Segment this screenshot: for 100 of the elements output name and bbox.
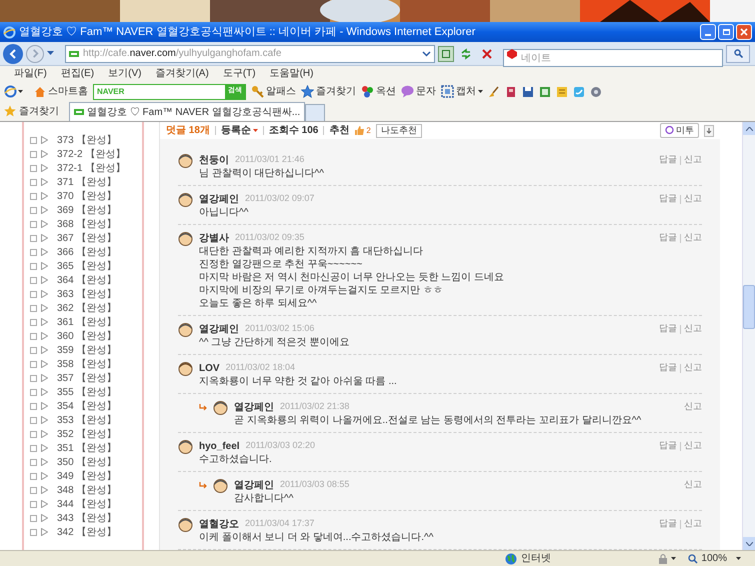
sidebar-link[interactable]: 354 【완성】 <box>57 398 116 414</box>
hexagon-icon <box>507 48 517 58</box>
key-icon <box>251 85 264 98</box>
sidebar-link[interactable]: 348 【완성】 <box>57 482 116 498</box>
sidebar-link[interactable]: 360 【완성】 <box>57 328 116 344</box>
comment-date: 2011/03/01 21:46 <box>235 153 304 166</box>
circle-icon[interactable] <box>590 86 602 98</box>
scroll-thumb[interactable] <box>743 285 755 329</box>
download-icon[interactable] <box>704 124 714 136</box>
comment-text: 이케 폴이해서 보니 더 와 닿네여...수고하셨습니다.^^ <box>198 531 434 544</box>
sidebar-link[interactable]: 342 【완성】 <box>57 524 116 540</box>
stop-icon <box>482 48 492 58</box>
sidebar-link[interactable]: 367 【완성】 <box>57 230 116 246</box>
toolbar-button[interactable]: 캡처 <box>441 84 483 99</box>
avatar-icon <box>178 438 193 454</box>
sidebar-link[interactable]: 362 【완성】 <box>57 300 116 316</box>
comment-count: 덧글 18개 <box>166 124 210 138</box>
toolbar-button[interactable]: 알패스 <box>251 84 296 99</box>
capture-icon <box>441 85 454 98</box>
menu-item[interactable]: 편집(E) <box>60 69 94 79</box>
sidebar-link[interactable]: 352 【완성】 <box>57 426 116 442</box>
sidebar-link[interactable]: 372-2 【완성】 <box>57 146 126 162</box>
comment-text: 곧 지옥화룡의 위력이 나올꺼에요..전설로 남는 동령에서의 전투라는 꼬리표가 달리니깐요^^ <box>233 414 642 427</box>
comment-author: 열혈강오 <box>199 518 239 532</box>
sidebar-link[interactable]: 343 【완성】 <box>57 510 116 526</box>
avatar-icon <box>178 516 193 532</box>
sidebar-link[interactable]: 355 【완성】 <box>57 384 116 400</box>
comment-date: 2011/03/02 09:07 <box>245 192 314 206</box>
sidebar-link[interactable]: 368 【완성】 <box>57 216 116 232</box>
sidebar-link[interactable]: 353 【완성】 <box>57 412 116 428</box>
sidebar-link[interactable]: 357 【완성】 <box>57 370 116 386</box>
home-button[interactable]: 스마트홈 <box>34 84 88 99</box>
caret-icon <box>736 557 741 560</box>
search-button[interactable] <box>726 44 750 62</box>
dropdown-arrow-icon[interactable] <box>47 51 54 56</box>
comment-date: 2011/03/02 15:06 <box>245 322 314 336</box>
close-icon <box>740 28 748 36</box>
sidebar-link[interactable]: 344 【완성】 <box>57 496 116 512</box>
sidebar-link[interactable]: 358 【완성】 <box>57 356 116 372</box>
page-icon[interactable] <box>539 86 551 98</box>
toolbar-button[interactable]: 문자 <box>401 84 436 99</box>
url-text: http://cafe.naver.com/yulhyulganghofam.cafe <box>83 47 282 61</box>
menu-item[interactable]: 파일(F) <box>14 69 47 79</box>
save-icon[interactable] <box>522 86 534 98</box>
comment-text: 수고하셨습니다. <box>198 453 273 466</box>
sidebar-link[interactable]: 359 【완성】 <box>57 342 116 358</box>
restore-button[interactable] <box>718 24 734 40</box>
bird-icon[interactable] <box>573 86 585 98</box>
page-icon <box>74 109 84 115</box>
caret-icon <box>252 129 258 132</box>
close-button[interactable] <box>736 24 752 40</box>
browser-tab[interactable]: 열혈강호 ♡ Fam™ NAVER 열혈강호공식팬싸... <box>69 102 306 121</box>
sidebar-link[interactable]: 372-1 【완성】 <box>57 160 126 176</box>
menu-item[interactable]: 도움말(H) <box>270 69 314 79</box>
caret-icon <box>478 90 483 93</box>
avatar-icon <box>213 478 228 492</box>
zoom-button[interactable]: 100% <box>688 551 741 566</box>
sidebar-link[interactable]: 370 【완성】 <box>57 188 116 204</box>
sidebar-link[interactable]: 373 【완성】 <box>57 132 116 148</box>
sort-button[interactable]: 등록순 <box>220 123 258 138</box>
minimize-button[interactable] <box>700 24 716 40</box>
search-field[interactable]: 네이트 <box>503 49 723 67</box>
recommend-button[interactable]: 나도추천 <box>376 124 422 138</box>
note-icon[interactable] <box>556 86 568 98</box>
minimize-icon <box>705 34 711 36</box>
scroll-up-button[interactable] <box>743 122 755 135</box>
address-field[interactable]: http://cafe.naver.com/yulhyulganghofam.cafe <box>65 44 435 62</box>
sidebar-link[interactable]: 371 【완성】 <box>57 174 116 190</box>
sidebar-link[interactable]: 351 【완성】 <box>57 440 116 456</box>
comment-author: 열강페인 <box>234 478 274 492</box>
sidebar-link[interactable]: 364 【완성】 <box>57 272 116 288</box>
book-icon[interactable] <box>505 86 517 98</box>
lock-icon <box>657 552 670 564</box>
favorites-button[interactable]: 즐겨찾기 <box>4 102 59 120</box>
sidebar-link[interactable]: 363 【완성】 <box>57 286 116 302</box>
menu-item[interactable]: 보기(V) <box>108 69 142 79</box>
sidebar-link[interactable]: 349 【완성】 <box>57 468 116 484</box>
browser-menu-button[interactable] <box>4 85 23 98</box>
back-button[interactable] <box>3 44 23 64</box>
sidebar-link[interactable]: 350 【완성】 <box>57 454 116 470</box>
broom-icon[interactable] <box>488 86 500 98</box>
comment-date: 2011/03/03 08:55 <box>280 478 350 492</box>
recommend-label: 추천 <box>329 124 350 138</box>
toolbar-button[interactable]: 즐겨찾기 <box>301 84 356 99</box>
scroll-down-button[interactable] <box>743 537 755 550</box>
sidebar-link[interactable]: 361 【완성】 <box>57 314 116 330</box>
security-button[interactable] <box>657 552 676 564</box>
compatibility-view-button[interactable] <box>438 46 454 62</box>
menu-item[interactable]: 도구(T) <box>222 69 256 79</box>
recommend-count: 2 <box>366 124 371 136</box>
avatar-icon <box>178 322 193 336</box>
sidebar-link[interactable]: 365 【완성】 <box>57 258 116 274</box>
me2-button[interactable]: 미투 <box>660 123 699 138</box>
comment-text: 대단한 관찰력과 예리한 지적까지 흠 대단하십니다 진정한 열강팬으로 추천 꾸욱~~~~~~ 마지막 바람은 저 역시 천마신공이 너무 안나오는 듯한 느낌이 드네요 마지막에 비장의 무기로 아껴두는걸지도 모르지만 ㅎㅎ 오늘도 좋은 하루 되세요^^ <box>198 245 506 310</box>
sidebar-link[interactable]: 369 【완성】 <box>57 202 116 218</box>
thumbs-up-icon <box>354 125 366 136</box>
reply-arrow-icon <box>199 404 207 410</box>
toolbar-button[interactable]: 옥션 <box>361 84 396 99</box>
menu-item[interactable]: 즐겨찾기(A) <box>155 69 209 79</box>
sidebar-link[interactable]: 366 【완성】 <box>57 244 116 260</box>
